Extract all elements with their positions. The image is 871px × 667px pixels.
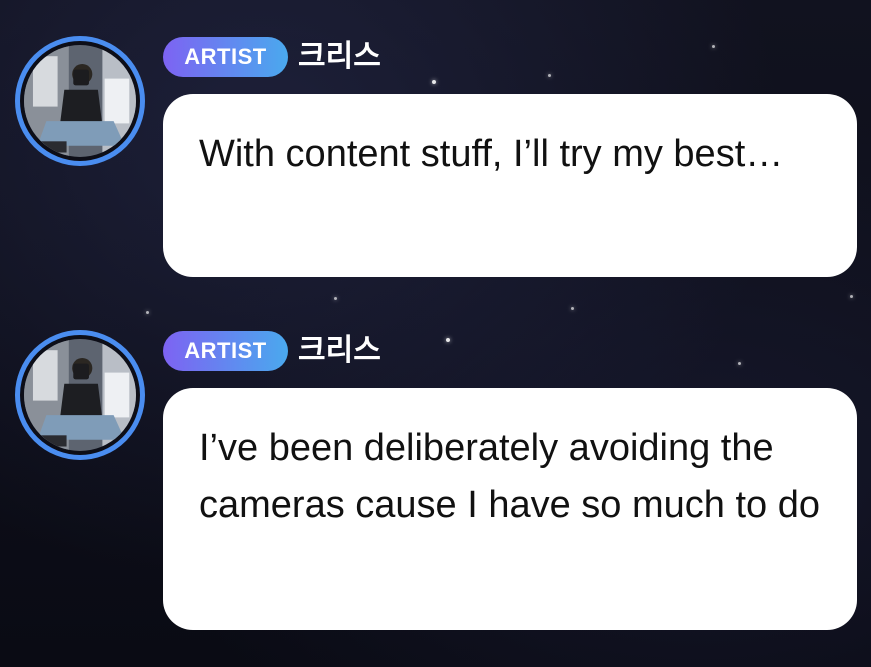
star-decoration [432, 80, 436, 84]
star-decoration [146, 311, 149, 314]
artist-photo-image [24, 339, 136, 451]
author-name: 크리스 [298, 39, 381, 74]
star-decoration [446, 338, 450, 342]
artist-photo-image [24, 45, 136, 157]
star-decoration [334, 297, 337, 300]
message-bubble: With content stuff, I’ll try my best… [163, 94, 857, 277]
artist-badge: ARTIST [163, 37, 288, 77]
avatar[interactable] [15, 330, 145, 460]
avatar[interactable] [15, 36, 145, 166]
star-decoration [850, 295, 853, 298]
message-bubble: I’ve been deliberately avoiding the came… [163, 388, 857, 630]
author-name: 크리스 [298, 333, 381, 368]
star-decoration [548, 74, 551, 77]
star-decoration [738, 362, 741, 365]
artist-badge: ARTIST [163, 331, 288, 371]
star-decoration [571, 307, 574, 310]
star-decoration [712, 45, 715, 48]
